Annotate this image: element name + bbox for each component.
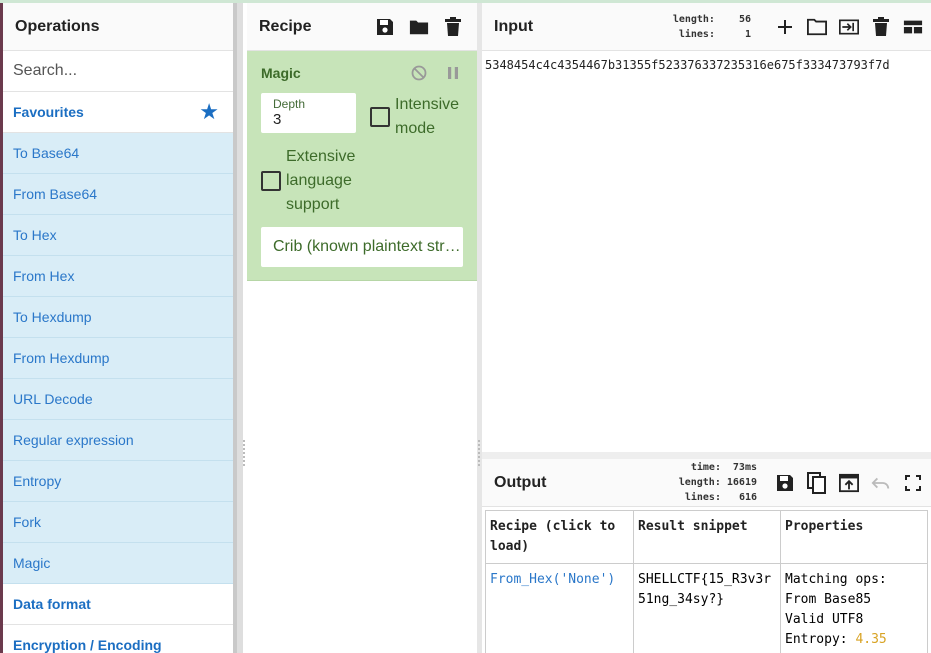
star-icon[interactable]: ★ [199, 101, 219, 123]
operation-magic[interactable]: Magic [3, 543, 233, 584]
recipe-header: Recipe [247, 3, 477, 51]
depth-input[interactable] [273, 111, 343, 128]
operation-entropy[interactable]: Entropy [3, 461, 233, 502]
magic-operation-card: Magic Depth Intensive mode [247, 51, 477, 281]
entropy-label: Entropy: [785, 632, 848, 647]
operation-url-decode[interactable]: URL Decode [3, 379, 233, 420]
input-length-value: 56 [738, 13, 751, 25]
result-properties: Matching ops: From Base85 Valid UTF8 Ent… [780, 563, 928, 653]
undo-icon[interactable] [871, 473, 891, 493]
layout-icon[interactable] [903, 17, 923, 37]
input-textarea[interactable]: 5348454c4c4354467b31355f523376337235316e… [482, 51, 931, 452]
recipe-panel: Recipe Magic Depth 3 Intensive mode Exte… [247, 3, 477, 653]
extensive-language-label: Extensive language support [286, 148, 356, 213]
save-icon[interactable] [775, 473, 795, 493]
results-table: Recipe (click to load) Result snippet Pr… [485, 510, 928, 653]
magic-title: Magic [261, 65, 301, 81]
input-output-resizer[interactable] [482, 452, 931, 459]
input-length-label: length: [672, 13, 715, 25]
operation-regular-expression[interactable]: Regular expression [3, 420, 233, 461]
extensive-language-option[interactable]: Extensive language support [261, 145, 463, 217]
depth-field[interactable]: Depth [261, 93, 356, 133]
operation-from-hex[interactable]: From Hex [3, 256, 233, 297]
output-lines-label: lines: [684, 492, 721, 503]
resize-grip-icon [243, 440, 245, 466]
input-title: Input [494, 17, 534, 35]
output-time-label: time: [690, 462, 721, 473]
magic-results: Recipe (click to load) Result snippet Pr… [482, 507, 931, 653]
output-time-value: 73ms [732, 462, 757, 473]
column-header-recipe: Recipe (click to load) [485, 510, 634, 564]
favourites-list: To Base64 From Base64 To Hex From Hex To… [3, 133, 233, 584]
intensive-mode-label: Intensive mode [395, 96, 460, 137]
operation-to-hex[interactable]: To Hex [3, 215, 233, 256]
folder-icon[interactable] [409, 17, 429, 37]
search-input[interactable] [13, 62, 223, 80]
open-folder-icon[interactable] [807, 17, 827, 37]
intensive-mode-checkbox[interactable] [370, 107, 390, 127]
copy-icon[interactable] [807, 471, 827, 494]
result-snippet: SHELLCTF{15_R3v3r51ng_34sy?} [633, 563, 781, 653]
column-header-properties: Properties [780, 510, 928, 564]
trash-icon[interactable] [443, 16, 463, 37]
cyberchef-app: Operations Favourites ★ To Base64 From B… [0, 0, 931, 653]
ops-recipe-resizer-inner [237, 3, 243, 653]
operation-to-hexdump[interactable]: To Hexdump [3, 297, 233, 338]
operations-panel: Operations Favourites ★ To Base64 From B… [3, 3, 233, 653]
io-panel: Input length: 56 lines: 1 5348454c4c4354… [482, 3, 931, 653]
open-input-icon[interactable] [839, 17, 859, 37]
category-encryption-encoding[interactable]: Encryption / Encoding [3, 625, 233, 653]
crib-input[interactable]: Crib (known plaintext str… [261, 227, 463, 267]
extensive-language-checkbox[interactable] [261, 171, 281, 191]
depth-label: Depth [273, 97, 306, 111]
plus-icon[interactable] [775, 17, 795, 37]
output-header: Output time: 73ms length: 16619 lines: 6… [482, 459, 931, 507]
operation-from-hexdump[interactable]: From Hexdump [3, 338, 233, 379]
table-row: From_Hex('None') SHELLCTF{15_R3v3r51ng_3… [485, 563, 928, 653]
category-favourites[interactable]: Favourites ★ [3, 92, 233, 133]
trash-icon[interactable] [871, 16, 891, 37]
properties-line: Matching ops: [785, 572, 887, 587]
output-length-label: length: [678, 477, 721, 488]
search-box[interactable] [3, 51, 233, 92]
replace-input-icon[interactable] [839, 473, 859, 493]
entropy-value: 4.35 [855, 632, 887, 647]
category-data-format[interactable]: Data format [3, 584, 233, 625]
output-stats: time: 73ms length: 16619 lines: 616 [679, 460, 757, 505]
result-recipe-link[interactable]: From_Hex('None') [485, 563, 634, 653]
entropy-line: Entropy: 4.35 [785, 630, 923, 650]
category-data-format-label: Data format [13, 596, 91, 612]
input-lines-value: 1 [744, 28, 751, 40]
save-icon[interactable] [375, 17, 395, 37]
column-header-snippet: Result snippet [633, 510, 781, 564]
operation-from-base64[interactable]: From Base64 [3, 174, 233, 215]
operation-fork[interactable]: Fork [3, 502, 233, 543]
fullscreen-icon[interactable] [903, 473, 923, 493]
output-lines-value: 616 [738, 492, 757, 503]
input-header: Input length: 56 lines: 1 [482, 3, 931, 51]
input-lines-label: lines: [678, 28, 715, 40]
intensive-mode-option[interactable]: Intensive mode [370, 93, 463, 141]
resize-grip-icon [478, 440, 480, 466]
input-stats: length: 56 lines: 1 [673, 12, 751, 42]
output-title: Output [494, 473, 547, 491]
category-favourites-label: Favourites [13, 104, 84, 120]
table-header-row: Recipe (click to load) Result snippet Pr… [485, 510, 928, 564]
properties-line: From Base85 [785, 592, 872, 607]
output-length-value: 16619 [726, 477, 757, 488]
operations-title: Operations [3, 3, 233, 51]
properties-line: Valid UTF8 [785, 612, 864, 627]
category-encryption-encoding-label: Encryption / Encoding [13, 637, 162, 653]
operation-to-base64[interactable]: To Base64 [3, 133, 233, 174]
disable-icon[interactable] [409, 63, 429, 83]
recipe-title: Recipe [259, 17, 312, 35]
pause-icon[interactable] [443, 63, 463, 83]
